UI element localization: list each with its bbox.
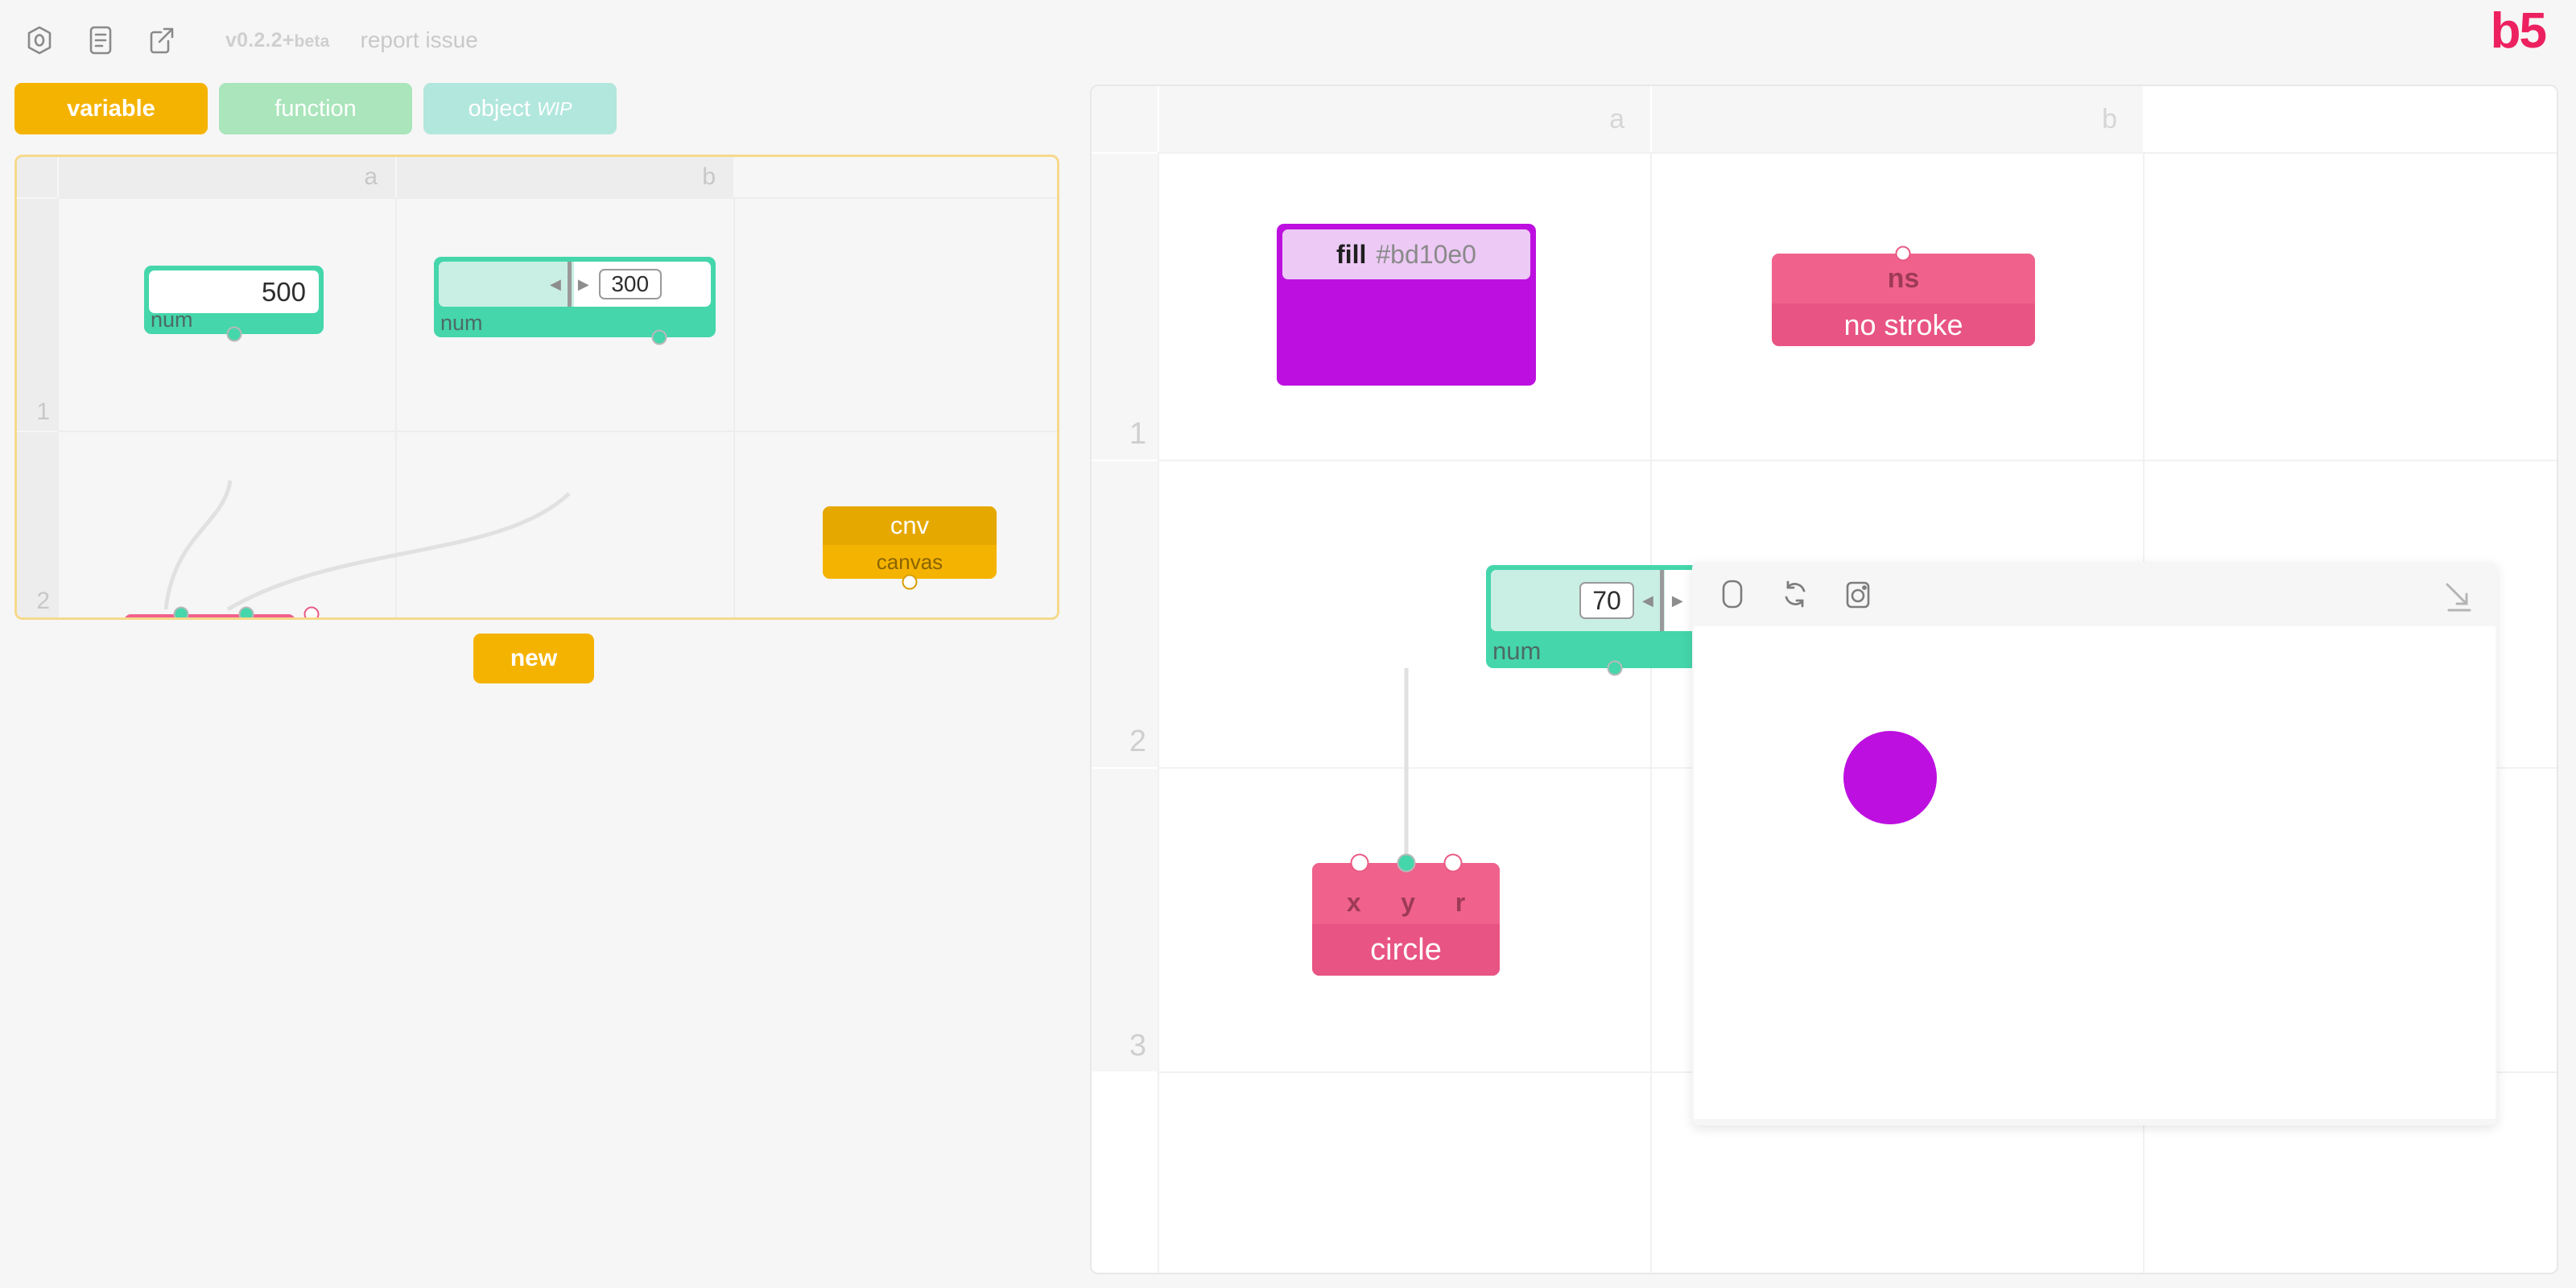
node-number-500[interactable]: 500 num — [144, 266, 324, 342]
report-issue-link[interactable]: report issue — [361, 27, 478, 53]
node-number-300[interactable]: ◀ ▶ 300 num — [434, 257, 716, 345]
camera-icon[interactable] — [1835, 572, 1880, 617]
input-port-w[interactable] — [173, 606, 189, 617]
port-label-x: x — [1346, 888, 1361, 917]
input-port-x[interactable] — [1350, 853, 1369, 873]
reference-output-port[interactable] — [902, 574, 918, 590]
b5-logo: b5 — [2490, 3, 2547, 59]
variable-editor-panel[interactable]: a b 1 2 500 num ◀ ▶ 300 num w h type can… — [14, 155, 1059, 620]
share-icon[interactable] — [140, 19, 184, 62]
node-function-no-stroke[interactable]: ns no stroke — [1772, 254, 2035, 346]
fill-color-value: #bd10e0 — [1376, 239, 1476, 269]
resize-handle-icon[interactable] — [2439, 580, 2475, 615]
slider-track-fill[interactable] — [1491, 570, 1665, 631]
no-stroke-port[interactable] — [1895, 246, 1911, 262]
number-input-70[interactable]: 70 — [1579, 582, 1634, 619]
stop-icon[interactable] — [1710, 572, 1755, 617]
tab-function-label: function — [275, 95, 357, 122]
preview-canvas[interactable] — [1694, 626, 2496, 1119]
function-output-label: no stroke — [1772, 303, 2035, 346]
increment-arrow-icon[interactable]: ▶ — [1672, 593, 1683, 608]
new-button-label: new — [510, 645, 558, 671]
decrement-arrow-icon[interactable]: ◀ — [1642, 593, 1653, 608]
node-function-canvas[interactable]: w h type canvas canvas — [124, 614, 295, 617]
node-reference-cnv[interactable]: cnv canvas — [823, 506, 997, 579]
node-type-label: num — [151, 308, 193, 332]
input-ports-row: w h type — [124, 614, 295, 617]
function-title: circle — [1312, 924, 1500, 976]
tab-function[interactable]: function — [219, 83, 412, 134]
tab-object[interactable]: object WIP — [423, 83, 617, 134]
slider-control[interactable]: ◀ ▶ 300 — [439, 262, 711, 307]
output-port[interactable] — [651, 329, 667, 345]
increment-arrow-icon[interactable]: ▶ — [578, 277, 589, 291]
number-input-300[interactable]: 300 — [598, 269, 662, 299]
tab-object-wip-badge: WIP — [536, 97, 572, 119]
fill-color-chip[interactable]: fill #bd10e0 — [1282, 229, 1530, 279]
port-label-r: r — [1455, 888, 1466, 917]
logo-icon[interactable] — [18, 19, 61, 62]
input-port-type[interactable] — [303, 606, 320, 617]
node-type-label: num — [440, 311, 483, 335]
reference-title: cnv — [823, 506, 997, 545]
tab-variable[interactable]: variable — [14, 83, 208, 134]
new-variable-button[interactable]: new — [473, 634, 594, 683]
version-label: v0.2.2+beta — [225, 28, 330, 52]
fill-keyword: fill — [1336, 239, 1367, 269]
slider-knob[interactable] — [567, 262, 572, 307]
top-toolbar: v0.2.2+beta report issue b5 — [0, 0, 2576, 80]
node-function-circle[interactable]: x y r circle — [1312, 863, 1500, 976]
output-port[interactable] — [1607, 660, 1623, 676]
preview-circle-shape — [1843, 731, 1937, 824]
input-port-h[interactable] — [238, 606, 254, 617]
decrement-arrow-icon[interactable]: ◀ — [550, 277, 561, 291]
node-fill[interactable]: fill #bd10e0 — [1277, 224, 1536, 386]
preview-toolbar — [1692, 562, 2497, 626]
input-port-y[interactable] — [1397, 853, 1416, 873]
tab-object-label: object — [468, 95, 530, 122]
tab-variable-label: variable — [67, 95, 155, 122]
output-port[interactable] — [226, 326, 242, 342]
node-type-tabs: variable function object WIP — [14, 83, 617, 134]
document-icon[interactable] — [79, 19, 122, 62]
node-type-label: num — [1492, 637, 1542, 665]
slider-knob[interactable] — [1659, 570, 1664, 631]
preview-window[interactable] — [1692, 562, 2497, 1125]
port-label-y: y — [1401, 888, 1416, 917]
input-port-r[interactable] — [1443, 853, 1463, 873]
refresh-icon[interactable] — [1773, 572, 1818, 617]
